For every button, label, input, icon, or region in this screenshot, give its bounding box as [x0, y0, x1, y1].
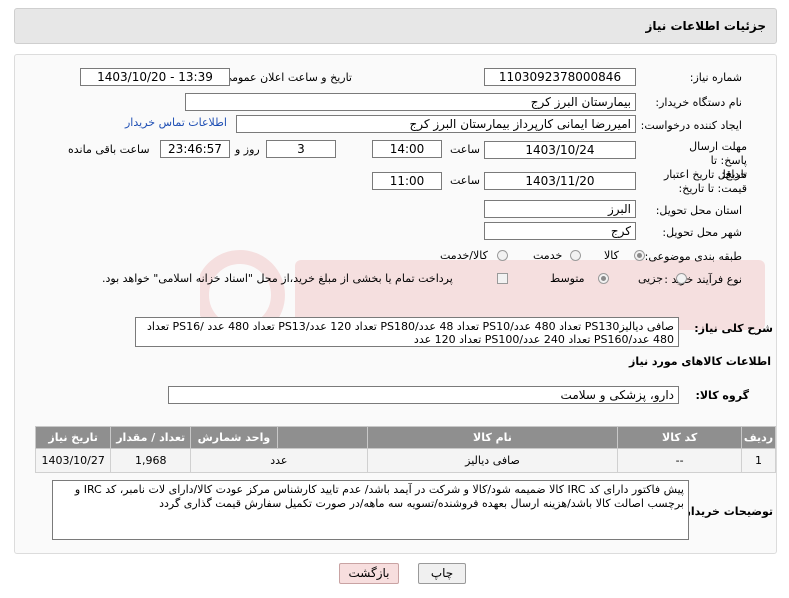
buyer-org-label: نام دستگاه خریدار: [655, 96, 742, 109]
contact-info-link[interactable]: اطلاعات تماس خریدار [125, 116, 227, 129]
category-service-radio[interactable] [570, 250, 581, 261]
description-label: شرح کلی نیاز: [694, 322, 773, 335]
requester-field: امیررضا ایمانی کارپرداز بیمارستان البرز … [236, 115, 636, 133]
need-number-field: 1103092378000846 [484, 68, 636, 86]
process-minor-label: جزیی [638, 272, 664, 285]
items-table: تاریخ نیاز تعداد / مقدار واحد شمارش نام … [34, 426, 777, 473]
col-name: نام کالا [366, 426, 619, 449]
page-title: جزئیات اطلاعات نیاز [645, 19, 766, 33]
city-label: شهر محل تحویل: [662, 226, 742, 239]
category-service-label: خدمت [533, 249, 563, 262]
category-goods-radio[interactable] [634, 250, 645, 261]
goods-group-field: دارو، پزشکی و سلامت [168, 386, 679, 404]
validity-date-field: 1403/11/20 [484, 172, 636, 190]
print-button[interactable]: چاپ [418, 563, 466, 584]
process-medium-radio[interactable] [598, 273, 609, 284]
col-quantity: تعداد / مقدار [110, 426, 192, 449]
category-both-radio[interactable] [497, 250, 508, 261]
need-number-label: شماره نیاز: [689, 71, 742, 84]
col-row: ردیف [740, 426, 777, 449]
col-unit: واحد شمارش [190, 426, 278, 449]
remaining-label: ساعت باقی مانده [68, 143, 150, 156]
buyer-org-field: بیمارستان البرز کرج [185, 93, 636, 111]
announce-label: تاریخ و ساعت اعلان عمومی: [219, 71, 352, 84]
col-code: کد کالا [617, 426, 742, 449]
deadline-time-label: ساعت [450, 143, 480, 156]
process-medium-label: متوسط [550, 272, 585, 285]
treasury-checkbox[interactable] [497, 273, 508, 284]
cell-row: 1 [740, 448, 777, 473]
announce-field: 1403/10/20 - 13:39 [80, 68, 230, 86]
cell-name: صافی دیالیز [366, 448, 619, 473]
notes-label: توضیحات خریدار: [680, 505, 773, 518]
treasury-note: پرداخت تمام یا بخشی از مبلغ خرید،از محل … [102, 272, 453, 285]
category-goods-label: کالا [604, 249, 619, 262]
remaining-time-field: 23:46:57 [160, 140, 230, 158]
description-textarea[interactable]: صافی دیالیزPS130 تعداد 480 عدد/PS10 تعدا… [135, 317, 679, 347]
cell-quantity: 1,968 [110, 448, 192, 473]
col-date: تاریخ نیاز [34, 426, 112, 449]
days-field: 3 [266, 140, 336, 158]
table-row[interactable]: 1403/10/27 1,968 عدد صافی دیالیز -- 1 [34, 448, 777, 473]
deadline-time-field: 14:00 [372, 140, 442, 158]
category-label: طبقه بندی موضوعی: [644, 250, 742, 263]
goods-info-title: اطلاعات کالاهای مورد نیاز [629, 355, 771, 368]
back-button[interactable]: بازگشت [339, 563, 399, 584]
deadline-date-field: 1403/10/24 [484, 141, 636, 159]
header-bar: جزئیات اطلاعات نیاز [14, 8, 777, 44]
validity-label: حداقل تاریخ اعتبار قیمت: تا تاریخ: [663, 168, 747, 195]
cell-code: -- [617, 448, 742, 473]
table-header-row: تاریخ نیاز تعداد / مقدار واحد شمارش نام … [34, 426, 777, 449]
requester-label: ایجاد کننده درخواست: [640, 119, 742, 132]
city-field: کرج [484, 222, 636, 240]
province-field: البرز [484, 200, 636, 218]
notes-textarea[interactable]: پیش فاکتور دارای کد IRC کالا ضمیمه شود/ک… [52, 480, 689, 540]
category-both-label: کالا/خدمت [440, 249, 488, 262]
validity-time-field: 11:00 [372, 172, 442, 190]
days-label: روز و [235, 143, 260, 156]
cell-unit: عدد [190, 448, 368, 473]
province-label: استان محل تحویل: [655, 204, 742, 217]
goods-group-label: گروه کالا: [695, 389, 749, 402]
cell-date: 1403/10/27 [34, 448, 112, 473]
col-name-spacer [276, 426, 368, 449]
validity-time-label: ساعت [450, 174, 480, 187]
process-minor-radio[interactable] [676, 273, 687, 284]
